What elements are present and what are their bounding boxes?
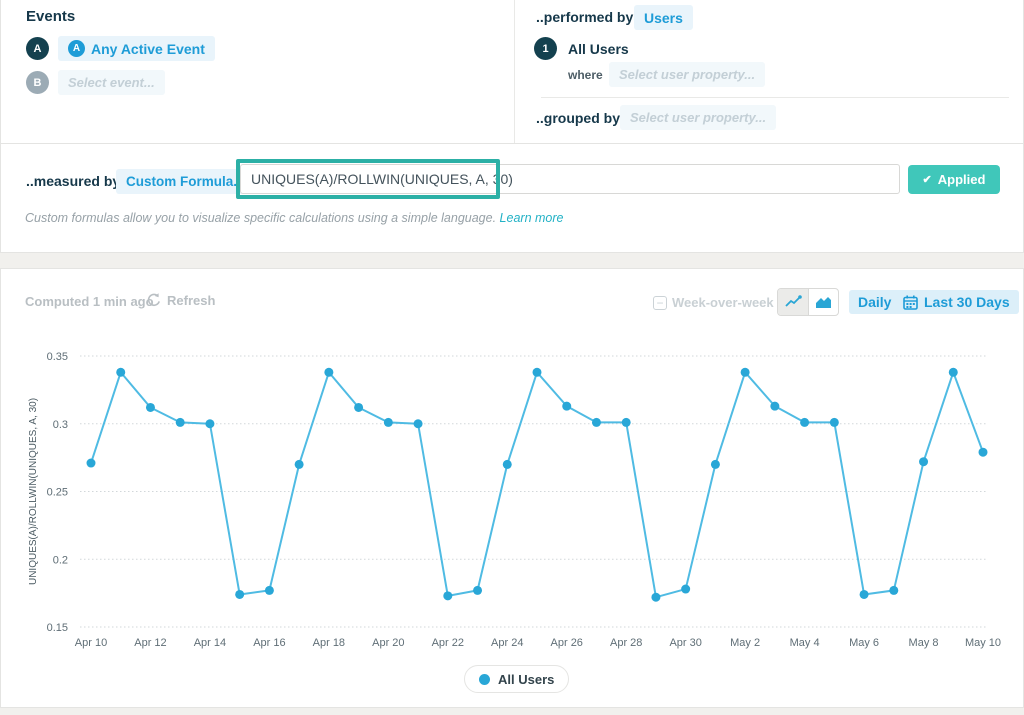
- svg-text:May 10: May 10: [965, 637, 1001, 649]
- applied-button[interactable]: ✔ Applied: [908, 165, 1000, 194]
- formula-help-caption: Custom formulas allow you to visualize s…: [25, 211, 563, 225]
- svg-text:0.25: 0.25: [47, 487, 68, 499]
- week-over-week-label: Week-over-week: [672, 295, 774, 310]
- svg-text:Apr 22: Apr 22: [432, 637, 464, 649]
- event-a-selector[interactable]: A Any Active Event: [58, 36, 215, 61]
- computed-status: Computed 1 min ago: [25, 294, 154, 309]
- area-chart-type-button[interactable]: [808, 289, 838, 315]
- week-over-week-toggle[interactable]: − Week-over-week: [653, 295, 774, 310]
- area-chart-icon: [815, 295, 832, 309]
- svg-text:UNIQUES(A)/ROLLWIN(UNIQUES, A,: UNIQUES(A)/ROLLWIN(UNIQUES, A, 30): [28, 398, 39, 585]
- line-chart-icon: [785, 295, 802, 309]
- users-value: Users: [644, 10, 683, 26]
- line-chart-type-button[interactable]: [778, 289, 808, 315]
- svg-text:May 8: May 8: [909, 637, 939, 649]
- events-title: Events: [26, 8, 75, 25]
- event-a-badge: A: [26, 37, 49, 60]
- users-selector[interactable]: Users: [634, 5, 693, 30]
- svg-text:0.3: 0.3: [53, 419, 68, 431]
- performed-by-divider: [541, 97, 1009, 98]
- calendar-icon: [903, 295, 918, 310]
- where-label: where: [568, 68, 603, 82]
- check-icon: ✔: [923, 173, 932, 186]
- computed-text: Computed 1 min ago: [25, 294, 154, 309]
- series-dot-icon: [479, 674, 490, 685]
- legend-all-users[interactable]: All Users: [464, 665, 569, 693]
- event-b-placeholder: Select event...: [68, 75, 155, 90]
- where-property-selector[interactable]: Select user property...: [609, 62, 765, 87]
- svg-text:Apr 28: Apr 28: [610, 637, 642, 649]
- refresh-icon: [146, 292, 162, 308]
- performed-by-column: ..performed by Users 1 All Users where S…: [515, 0, 1023, 143]
- formula-input[interactable]: [240, 164, 900, 194]
- applied-label: Applied: [938, 172, 986, 187]
- caption-text: Custom formulas allow you to visualize s…: [25, 211, 500, 225]
- svg-text:0.15: 0.15: [47, 622, 68, 634]
- svg-text:Apr 24: Apr 24: [491, 637, 523, 649]
- svg-text:May 2: May 2: [730, 637, 760, 649]
- legend-label: All Users: [498, 672, 554, 687]
- segment-1-badge: 1: [534, 37, 557, 60]
- svg-text:Apr 10: Apr 10: [75, 637, 107, 649]
- grouped-by-selector[interactable]: Select user property...: [620, 105, 776, 130]
- interval-selector[interactable]: Daily: [849, 290, 900, 314]
- svg-text:Apr 26: Apr 26: [551, 637, 583, 649]
- measured-by-label: ..measured by: [26, 173, 120, 189]
- metric-selector[interactable]: Custom Formula...: [116, 169, 255, 194]
- refresh-button[interactable]: Refresh: [146, 292, 215, 308]
- query-builder-panel: Events A A Any Active Event B Select eve…: [0, 0, 1024, 144]
- refresh-label: Refresh: [167, 293, 215, 308]
- grouped-by-placeholder: Select user property...: [630, 110, 766, 125]
- chart-type-switcher: [777, 288, 839, 316]
- measured-by-panel: ..measured by Custom Formula...: [0, 143, 1024, 253]
- active-event-icon: A: [68, 40, 85, 57]
- minus-checkbox-icon: −: [653, 296, 667, 310]
- events-column: Events A A Any Active Event B Select eve…: [1, 0, 515, 143]
- metric-selector-value: Custom Formula...: [126, 174, 245, 189]
- svg-text:Apr 16: Apr 16: [253, 637, 285, 649]
- performed-by-label: ..performed by: [536, 9, 633, 25]
- line-chart[interactable]: 0.15 0.2 0.25 0.3 0.35 Apr 10 Apr 12 Apr 14 Apr …: [2, 338, 1016, 663]
- where-placeholder: Select user property...: [619, 67, 755, 82]
- svg-text:Apr 30: Apr 30: [669, 637, 701, 649]
- all-users-label: All Users: [568, 41, 629, 57]
- interval-value: Daily: [858, 294, 891, 310]
- date-range-value: Last 30 Days: [924, 294, 1010, 310]
- svg-text:0.2: 0.2: [53, 554, 68, 566]
- event-b-selector[interactable]: Select event...: [58, 70, 165, 95]
- grouped-by-label: ..grouped by: [536, 110, 620, 126]
- learn-more-link[interactable]: Learn more: [500, 211, 564, 225]
- svg-text:Apr 20: Apr 20: [372, 637, 404, 649]
- date-range-selector[interactable]: Last 30 Days: [894, 290, 1019, 314]
- svg-text:May 4: May 4: [790, 637, 820, 649]
- svg-text:0.35: 0.35: [47, 351, 68, 363]
- event-a-label: Any Active Event: [91, 41, 205, 57]
- svg-text:Apr 18: Apr 18: [313, 637, 345, 649]
- svg-text:May 6: May 6: [849, 637, 879, 649]
- svg-text:Apr 12: Apr 12: [134, 637, 166, 649]
- event-b-badge: B: [26, 71, 49, 94]
- svg-text:Apr 14: Apr 14: [194, 637, 226, 649]
